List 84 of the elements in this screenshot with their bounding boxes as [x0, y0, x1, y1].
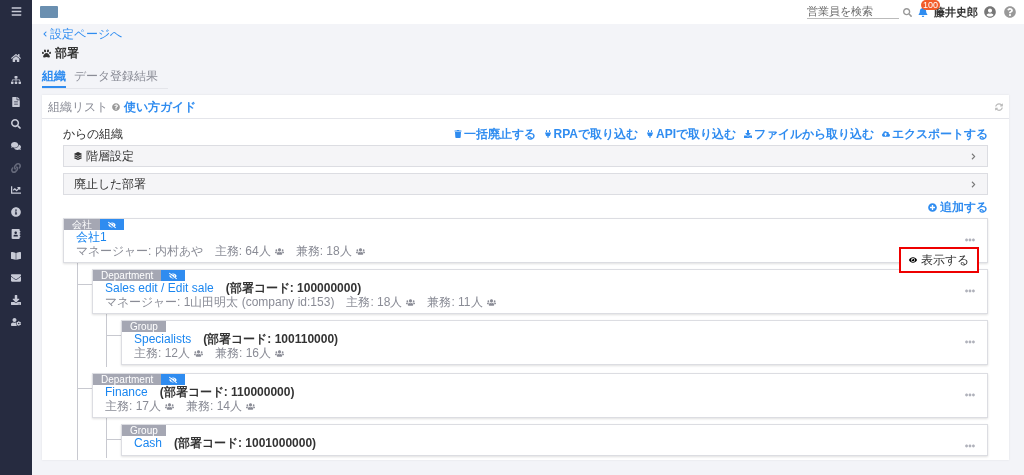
- member-count: 兼務: 16人: [215, 346, 272, 360]
- manager-text: マネージャー: 内村あや: [76, 244, 203, 258]
- eye-icon: [909, 256, 917, 264]
- collapsible-panel[interactable]: 階層設定: [63, 145, 988, 167]
- back-icon: [42, 31, 48, 37]
- type-tag: Group: [122, 321, 166, 332]
- type-tag: Group: [122, 425, 166, 436]
- download-icon: [744, 130, 752, 138]
- member-count: 兼務: 14人: [186, 399, 243, 413]
- action-button[interactable]: 一括廃止する: [453, 125, 536, 143]
- manager-text: マネージャー: 1山田明太 (company id:153): [105, 295, 335, 309]
- user-settings-icon[interactable]: [11, 317, 21, 327]
- member-count: 主務: 18人: [346, 295, 403, 309]
- action-button[interactable]: ファイルから取り込む: [744, 125, 874, 143]
- org-name[interactable]: 会社1: [76, 230, 107, 244]
- users-icon: [246, 401, 256, 411]
- org-code: (部署コード: 100110000): [203, 332, 339, 346]
- users-icon: [274, 246, 284, 256]
- users-icon: [486, 297, 496, 307]
- collapsible-panel[interactable]: 廃止した部署: [63, 173, 988, 195]
- users-icon: [275, 348, 285, 358]
- menu-icon[interactable]: [10, 6, 22, 17]
- member-count: 主務: 17人: [105, 399, 161, 413]
- plug-icon: [543, 130, 552, 138]
- tab[interactable]: データ登録結果: [74, 67, 158, 88]
- org-card[interactable]: Department Sales edit / Edit sale (部署コード: 100000000) マネージャー: 1山田明太 (company id:153) 主務: 18人 兼務: 11人: [92, 269, 988, 314]
- org-code: (部署コード: 100000000): [225, 281, 362, 295]
- org-name[interactable]: Specialists: [134, 332, 192, 346]
- action-button[interactable]: RPAで取り込む: [543, 125, 638, 143]
- org-card[interactable]: Group Specialists (部署コード: 100110000) 主務: 12人 兼務: 16人: [121, 320, 988, 365]
- section-title: からの組織: [63, 126, 123, 143]
- card-title: 組織リスト: [48, 98, 108, 116]
- plus-icon: [928, 202, 937, 212]
- hierarchy-icon: [74, 152, 82, 160]
- info-icon[interactable]: [11, 207, 21, 217]
- eye-off-icon: [169, 375, 178, 384]
- org-code: (部署コード: 1001000000): [174, 436, 317, 450]
- document-icon[interactable]: [11, 97, 21, 107]
- member-count: 兼務: 11人: [427, 295, 483, 309]
- action-button[interactable]: エクスポートする: [882, 125, 988, 143]
- org-code: (部署コード: 110000000): [159, 385, 295, 399]
- users-icon: [355, 246, 365, 256]
- back-link[interactable]: 設定ページへ: [50, 25, 122, 43]
- type-tag: Department: [93, 270, 162, 281]
- address-book-icon[interactable]: [11, 229, 21, 239]
- user-avatar-icon[interactable]: [984, 6, 996, 18]
- type-tag: Department: [93, 374, 162, 385]
- trash-icon: [453, 130, 462, 138]
- paw-icon: [42, 48, 51, 58]
- add-button[interactable]: 追加する: [928, 198, 988, 216]
- eye-off-icon: [108, 220, 116, 229]
- member-count: 主務: 12人: [134, 346, 190, 360]
- users-icon: [165, 401, 174, 411]
- tab[interactable]: 組織: [42, 67, 66, 88]
- member-count: 兼務: 18人: [295, 244, 352, 258]
- org-name[interactable]: Sales edit / Edit sale: [105, 281, 214, 295]
- eye-off-icon: [169, 271, 178, 280]
- chevron-right-icon: [970, 152, 977, 160]
- chart-icon[interactable]: [11, 185, 21, 195]
- org-card[interactable]: Group Cash (部署コード: 1001000000): [121, 424, 988, 456]
- cloud-upload-icon: [882, 130, 890, 138]
- chevron-right-icon: [970, 180, 977, 188]
- download-icon[interactable]: [11, 295, 21, 305]
- type-tag: 会社: [64, 219, 100, 230]
- help-icon: [112, 102, 120, 111]
- page-title: 部署: [55, 45, 79, 62]
- chat-icon[interactable]: [11, 141, 21, 151]
- guide-link[interactable]: 使い方ガイド: [124, 97, 196, 116]
- org-name[interactable]: Finance: [105, 385, 148, 399]
- help-icon[interactable]: [1004, 6, 1016, 18]
- member-count: 主務: 64人: [214, 244, 271, 258]
- users-icon: [406, 297, 416, 307]
- search-icon[interactable]: [11, 119, 21, 129]
- users-icon: [194, 348, 203, 358]
- logo-photo-placeholder: [40, 6, 58, 18]
- sitemap-icon[interactable]: [11, 75, 21, 85]
- action-button[interactable]: APIで取り込む: [646, 125, 736, 143]
- search-field[interactable]: 営業員を検索: [807, 5, 899, 19]
- home-icon[interactable]: [11, 53, 21, 63]
- book-icon[interactable]: [11, 251, 21, 261]
- envelope-icon[interactable]: [11, 273, 21, 283]
- plug-icon: [646, 130, 654, 138]
- org-card[interactable]: Department Finance (部署コード: 110000000) 主務: 17人 兼務: 14人: [92, 373, 988, 418]
- org-name[interactable]: Cash: [134, 436, 162, 450]
